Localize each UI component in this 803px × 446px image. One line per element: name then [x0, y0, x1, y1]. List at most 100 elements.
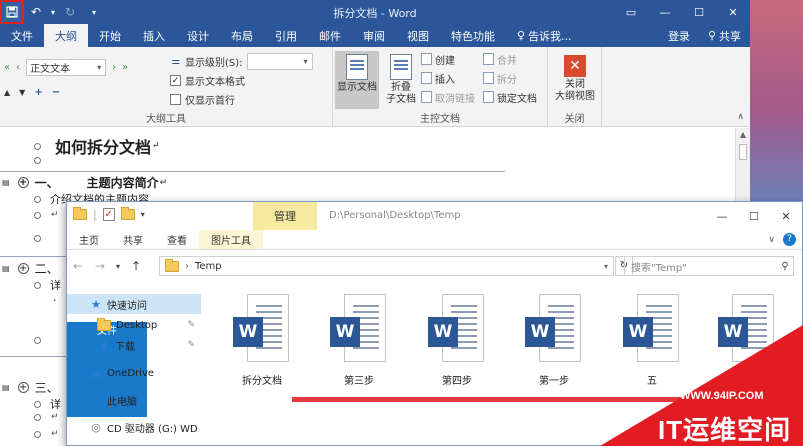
ribbon-display-icon[interactable]: ▭ [614, 0, 648, 24]
split-button[interactable]: 拆分 [483, 70, 517, 86]
close-icon[interactable]: ✕ [770, 202, 802, 230]
star-icon: ★ [91, 297, 101, 311]
create-icon [421, 53, 432, 65]
checkbox-checked[interactable]: ✓ [170, 75, 181, 86]
sidebar-item-onedrive[interactable]: ☁ OneDrive [67, 363, 201, 383]
checkbox-unchecked[interactable] [170, 94, 181, 105]
qat-dropdown-icon[interactable]: ▾ [141, 210, 145, 219]
scroll-up-icon[interactable]: ▲ [736, 128, 750, 142]
outline-bullet [34, 211, 41, 219]
chevron-down-icon: ▾ [303, 57, 308, 66]
tab-file[interactable]: 文件 [0, 24, 44, 47]
context-tab-manage[interactable]: 管理 [253, 202, 317, 230]
expand-heading-icon[interactable]: + [17, 263, 29, 274]
navigation-bar: ← → ▾ ↑ › Temp ▾ ↻ 搜索"Temp" ⚲ [67, 254, 802, 278]
collapse-subdocuments-button[interactable]: 折叠 子文档 [379, 51, 423, 109]
help-icon[interactable]: ? [783, 233, 796, 246]
maximize-icon[interactable]: ☐ [738, 202, 770, 230]
expand-heading-icon[interactable]: + [17, 177, 29, 188]
move-up-icon[interactable]: ▲ [4, 88, 10, 97]
file-item[interactable]: W 第三步 [319, 294, 399, 389]
outline-bullet [34, 235, 41, 242]
promote-to-heading1-icon[interactable]: « [4, 62, 10, 73]
sidebar-item-cd-drive[interactable]: ◎ CD 驱动器 (G:) WD [67, 417, 201, 437]
tab-home[interactable]: 开始 [88, 24, 132, 47]
tab-view[interactable]: 视图 [396, 24, 440, 47]
chevron-down-icon[interactable]: ▾ [599, 262, 613, 271]
login-button[interactable]: 登录 [659, 24, 699, 47]
forward-icon[interactable]: → [89, 259, 111, 273]
show-first-line-checkbox[interactable]: 仅显示首行 [170, 92, 235, 107]
file-item[interactable]: W 拆分文档 [222, 294, 302, 389]
word-document-icon: W [330, 294, 388, 364]
expand-heading-icon[interactable]: + [17, 382, 29, 393]
ribbon: « ‹ 正文文本 ▾ › » ▲ ▼ + − ⚌ 显示级别(S): ▾ ✓ 显示… [0, 47, 750, 127]
new-folder-icon[interactable] [120, 207, 135, 220]
move-down-icon[interactable]: ▼ [19, 88, 25, 97]
tab-view[interactable]: 查看 [155, 230, 199, 249]
file-item[interactable]: W 第一步 [514, 294, 594, 389]
close-outline-view-button[interactable]: ✕ 关闭 大纲视图 [553, 51, 597, 109]
close-icon[interactable]: ✕ [716, 0, 750, 24]
sidebar-item-this-pc[interactable]: ▭ 此电脑 [67, 390, 201, 410]
expand-ribbon-icon[interactable]: ∨ [768, 235, 775, 245]
up-icon[interactable]: ↑ [125, 259, 147, 273]
heading-2-num: 二、 [34, 262, 59, 276]
lock-document-button[interactable]: 锁定文档 [483, 89, 537, 105]
heading-3-num: 三、 [34, 381, 59, 395]
file-item[interactable]: W 第四步 [417, 294, 497, 389]
tab-design[interactable]: 设计 [176, 24, 220, 47]
tab-outline[interactable]: 大纲 [44, 24, 88, 47]
folder-icon [165, 258, 179, 272]
group-label-master-document: 主控文档 [420, 114, 460, 125]
tab-special[interactable]: 特色功能 [440, 24, 506, 47]
file-name: 五 [647, 376, 657, 387]
tell-me-box[interactable]: ♀ 告诉我... [506, 24, 583, 47]
minimize-icon[interactable]: — [706, 202, 738, 230]
close-group: ✕ 关闭 大纲视图 关闭 [548, 47, 602, 127]
collapse-icon[interactable]: − [52, 87, 60, 98]
tab-home[interactable]: 主页 [67, 230, 111, 249]
search-input[interactable]: 搜索"Temp" ⚲ [624, 256, 794, 276]
tab-share[interactable]: 共享 [111, 230, 155, 249]
show-document-button[interactable]: 显示文档 [335, 51, 379, 109]
merge-button[interactable]: 合并 [483, 51, 517, 67]
subdoc-icon: ▤ [2, 264, 10, 273]
create-button[interactable]: 创建 [421, 51, 455, 67]
properties-icon[interactable]: ✓ [102, 208, 115, 221]
promote-icon[interactable]: ‹ [16, 62, 20, 73]
collapse-ribbon-icon[interactable]: ∧ [737, 112, 744, 122]
show-level-combo[interactable]: ▾ [246, 53, 313, 70]
address-bar[interactable]: › Temp ▾ [159, 256, 614, 276]
tab-layout[interactable]: 布局 [220, 24, 264, 47]
sidebar-item-quick-access[interactable]: ★ 快速访问 [67, 294, 201, 314]
minimize-icon[interactable]: — [648, 0, 682, 24]
recent-dropdown-icon[interactable]: ▾ [111, 262, 125, 271]
sidebar-item-downloads[interactable]: ⬇ 下载 ✎ [67, 335, 201, 355]
file-item[interactable]: W 五 [612, 294, 692, 389]
scroll-thumb[interactable] [739, 144, 747, 160]
red-underline-annotation [292, 397, 732, 402]
section-break [0, 256, 66, 257]
tab-mailings[interactable]: 邮件 [308, 24, 352, 47]
sidebar-item-desktop[interactable]: Desktop ✎ [67, 315, 201, 335]
maximize-icon[interactable]: ☐ [682, 0, 716, 24]
tab-review[interactable]: 审阅 [352, 24, 396, 47]
unlink-icon [421, 91, 432, 103]
show-text-format-checkbox[interactable]: ✓ 显示文本格式 [170, 73, 245, 88]
demote-icon[interactable]: › [112, 62, 116, 73]
word-titlebar: ↶ ▾ ↻ ▾ 拆分文档 - Word ▭ — ☐ ✕ [0, 0, 750, 24]
unlink-button[interactable]: 取消链接 [421, 89, 475, 105]
file-name: 第三步 [344, 376, 374, 387]
outline-level-combo[interactable]: 正文文本 ▾ [26, 59, 107, 76]
word-document-icon: W [233, 294, 291, 364]
heading-1: 主题内容简介 [86, 176, 159, 190]
share-button[interactable]: ⚲ 共享 [699, 24, 750, 47]
tab-insert[interactable]: 插入 [132, 24, 176, 47]
tab-picture-tools[interactable]: 图片工具 [199, 230, 263, 249]
back-icon[interactable]: ← [67, 259, 89, 273]
insert-button[interactable]: 插入 [421, 70, 455, 86]
expand-icon[interactable]: + [34, 87, 42, 98]
tab-references[interactable]: 引用 [264, 24, 308, 47]
demote-to-body-icon[interactable]: » [122, 62, 128, 73]
